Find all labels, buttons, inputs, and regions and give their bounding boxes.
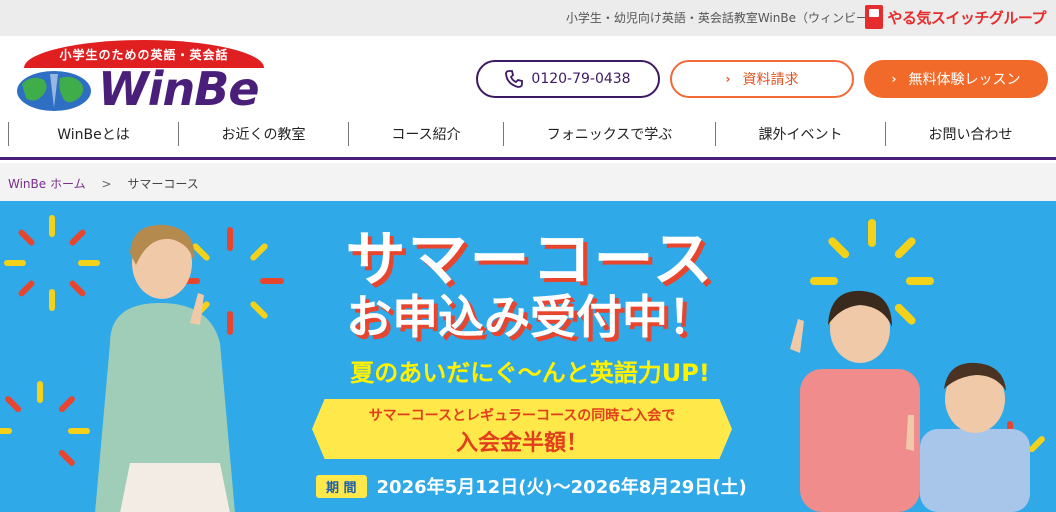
period-badge: 期 間 [316, 474, 367, 498]
switch-logo-icon [865, 5, 884, 29]
teacher-photo [95, 224, 235, 512]
nav-item-courses[interactable]: コース紹介 [348, 122, 503, 146]
request-docs-label: 資料請求 [742, 72, 799, 88]
nav-item-classrooms[interactable]: お近くの教室 [178, 122, 348, 146]
winbe-logo[interactable]: 小学生のための英語・英会話 WinBe [16, 40, 266, 120]
free-trial-button[interactable]: › 無料体験レッスン [864, 60, 1048, 98]
request-docs-button[interactable]: › 資料請求 [670, 60, 854, 98]
period-row: 期 間 2026年5月12日(火)〜2026年8月29日(土) [316, 473, 747, 499]
promo-ribbon: サマーコースとレギュラーコースの同時ご入会で 入会金半額！ [312, 399, 732, 459]
nav-label: お問い合わせ [928, 127, 1013, 143]
nav-item-events[interactable]: 課外イベント [715, 122, 885, 146]
nav-item-contact[interactable]: お問い合わせ [885, 122, 1055, 146]
nav-label: コース紹介 [391, 127, 461, 143]
main-nav: WinBeとは お近くの教室 コース紹介 フォニックスで学ぶ 課外イベント お問… [0, 120, 1056, 160]
site-tagline: 小学生・幼児向け英語・英会話教室WinBe（ウィンビー） [565, 11, 880, 25]
nav-label: WinBeとは [57, 127, 130, 143]
breadcrumb-separator: > [101, 177, 112, 191]
promo-line-2: 入会金半額！ [455, 431, 588, 456]
nav-label: お近くの教室 [221, 127, 306, 143]
top-bar: 小学生・幼児向け英語・英会話教室WinBe（ウィンビー） やる気スイッチグループ [0, 0, 1056, 36]
breadcrumb-home-link[interactable]: WinBe ホーム [8, 177, 86, 191]
group-logo[interactable]: やる気スイッチグループ [865, 5, 1046, 29]
breadcrumb: WinBe ホーム > サマーコース [0, 163, 1056, 201]
breadcrumb-current: サマーコース [127, 177, 199, 191]
nav-label: 課外イベント [758, 127, 843, 143]
phone-number: 0120-79-0438 [531, 71, 631, 87]
chevron-right-icon: › [891, 72, 897, 86]
promo-line-1: サマーコースとレギュラーコースの同時ご入会で [368, 408, 676, 424]
nav-item-about[interactable]: WinBeとは [8, 122, 178, 146]
hero-title-sub: お申込み受付中！ [346, 290, 714, 344]
chevron-right-icon: › [725, 72, 731, 86]
group-logo-text: やる気スイッチグループ [887, 8, 1046, 27]
nav-label: フォニックスで学ぶ [546, 127, 673, 143]
phone-icon [505, 70, 524, 88]
hero-subtitle: 夏のあいだにぐ〜んと英語力UP! [350, 359, 710, 387]
nav-item-phonics[interactable]: フォニックスで学ぶ [503, 122, 715, 146]
logo-wordmark: WinBe [98, 62, 260, 116]
hero-banner: サマーコース お申込み受付中！ 夏のあいだにぐ〜んと英語力UP! サマーコースと… [0, 201, 1056, 512]
phone-button[interactable]: 0120-79-0438 [476, 60, 660, 98]
globe-icon [17, 71, 91, 111]
free-trial-label: 無料体験レッスン [908, 72, 1021, 88]
children-photo [790, 290, 1030, 512]
header: 小学生のための英語・英会話 WinBe 0120-79-0438 › 資料請求 … [0, 36, 1056, 120]
period-dates: 2026年5月12日(火)〜2026年8月29日(土) [376, 477, 747, 498]
